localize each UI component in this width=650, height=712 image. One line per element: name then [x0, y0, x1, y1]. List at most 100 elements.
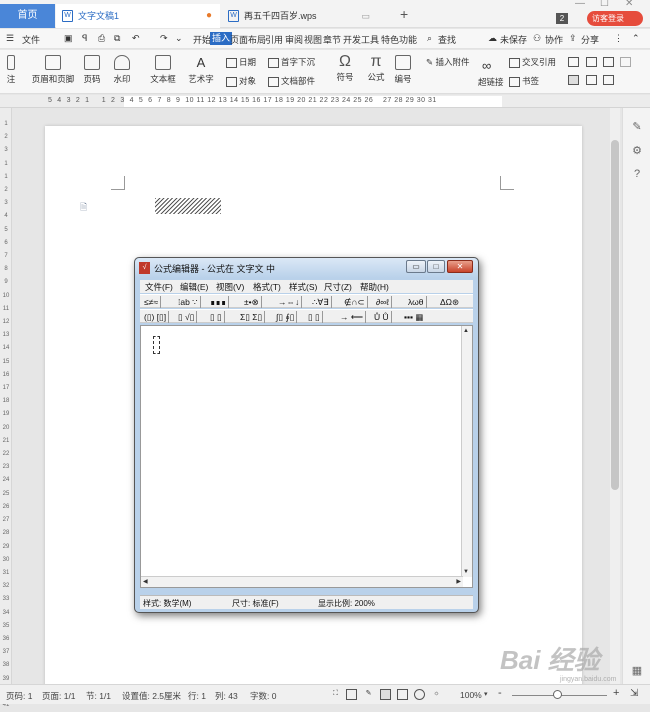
bars-palette[interactable]: ▯ ▯ — [306, 311, 323, 323]
subscript-palette[interactable]: ▯ ▯ — [208, 311, 225, 323]
eq-menu-edit[interactable]: 编辑(E) — [180, 281, 208, 293]
hamburger-icon[interactable]: ☰ — [6, 33, 14, 44]
eye-protect-icon[interactable]: ☼ — [431, 689, 442, 700]
search-icon[interactable]: ⌕ — [427, 33, 432, 44]
help-icon[interactable]: ? — [630, 168, 644, 182]
menu-tab-insert[interactable]: 插入 — [210, 32, 233, 45]
paragraph-handle-icon[interactable]: 🗎 — [80, 200, 87, 216]
status-setting[interactable]: 设置值: 2.5厘米 — [122, 690, 181, 702]
page-view-icon[interactable] — [380, 689, 391, 700]
bookmark-button[interactable]: 书签 — [509, 75, 539, 87]
textbox-button[interactable]: 文本框 — [146, 55, 180, 85]
close-icon[interactable]: ✕ — [625, 0, 633, 9]
products-palette[interactable]: Ů Ů — [372, 311, 392, 323]
page-number-button[interactable]: 页码 — [79, 55, 105, 85]
eq-menu-style[interactable]: 样式(S) — [289, 281, 317, 293]
fences-palette[interactable]: (▯) [▯] — [142, 311, 170, 323]
hyperlink-button[interactable]: 超链接 — [478, 76, 504, 88]
vertical-scrollbar-thumb[interactable] — [611, 140, 619, 490]
view-icon-7[interactable] — [603, 75, 614, 85]
zoom-slider-knob[interactable] — [553, 690, 562, 699]
object-button[interactable]: 对象 — [226, 75, 256, 87]
menu-file[interactable]: 文件 — [22, 33, 40, 46]
equation-edit-area[interactable]: ▲ ▼ ◀ ▶ — [140, 325, 473, 588]
maximize-icon[interactable]: ☐ — [600, 0, 609, 9]
outline-view-icon[interactable] — [397, 689, 408, 700]
search-label[interactable]: 查找 — [438, 33, 456, 46]
window-count-badge[interactable]: 2 — [556, 13, 568, 24]
scroll-left-icon[interactable]: ◀ — [143, 578, 148, 585]
web-view-icon[interactable] — [414, 689, 425, 700]
horizontal-ruler[interactable]: 5 4 3 2 1 1 2 3 4 5 6 7 8 9 10 11 12 13 … — [0, 95, 650, 108]
menu-tab-developer[interactable]: 开发工具 — [343, 33, 379, 46]
equation-slot-cursor[interactable] — [153, 336, 160, 354]
print-icon[interactable]: ⎙ — [98, 33, 105, 44]
wordart-button[interactable]: A 艺术字 — [184, 55, 218, 85]
selected-object-placeholder[interactable] — [155, 198, 221, 214]
fit-page-icon[interactable]: ⇲ — [630, 688, 638, 699]
numbering-button[interactable]: 编号 — [393, 55, 413, 85]
vertical-ruler[interactable]: 1 2 3 1 1 2 3 4 5 6 7 8 9 10 11 12 13 14 15 16 17 18 19 20 21 22 2… — [0, 108, 12, 708]
collaborate-icon[interactable]: ⚇ — [533, 33, 541, 44]
view-icon-6[interactable] — [586, 75, 597, 85]
maximize-icon[interactable]: □ — [427, 260, 445, 273]
save-icon[interactable]: ▣ — [64, 33, 73, 44]
tab-document-1[interactable]: W 文字文稿1 ● — [56, 4, 220, 28]
scroll-up-icon[interactable]: ▲ — [463, 328, 469, 334]
share-button[interactable]: 分享 — [581, 33, 599, 46]
greek-lower-palette[interactable]: λωθ — [406, 296, 427, 308]
new-tab-button[interactable]: + — [400, 6, 408, 22]
spaces-palette[interactable]: ⁞ab ∵ — [176, 296, 201, 308]
fullscreen-icon[interactable]: ⛶ — [330, 689, 341, 700]
relations-palette[interactable]: ≤≠≈ — [142, 296, 161, 308]
share-icon[interactable]: ⇪ — [569, 33, 577, 44]
attachment-button[interactable]: ✎ 插入附件 — [426, 56, 470, 68]
eq-menu-size[interactable]: 尺寸(Z) — [324, 281, 352, 293]
zoom-out-button[interactable]: - — [498, 687, 502, 699]
formula-button[interactable]: π 公式 — [363, 53, 389, 83]
export-pdf-icon[interactable]: ꟼ — [82, 33, 87, 44]
scroll-down-icon[interactable]: ▼ — [463, 569, 469, 575]
watermark-button[interactable]: 水印 — [108, 55, 136, 85]
close-icon[interactable]: ✕ — [447, 260, 473, 273]
date-button[interactable]: 日期 — [226, 56, 256, 68]
status-page-number[interactable]: 页码: 1 — [6, 690, 32, 702]
crossref-button[interactable]: 交叉引用 — [509, 56, 556, 68]
link-icon[interactable]: ∞ — [482, 58, 491, 73]
reading-mode-icon[interactable] — [346, 689, 357, 700]
zoom-level[interactable]: 100% — [460, 690, 482, 700]
status-pages[interactable]: 页面: 1/1 — [42, 690, 76, 702]
menu-tab-special[interactable]: 特色功能 — [381, 33, 417, 46]
visitor-login-button[interactable]: 访客登录 — [587, 11, 643, 26]
undo-icon[interactable]: ↶ — [132, 33, 140, 44]
status-column[interactable]: 列: 43 — [215, 690, 238, 702]
eq-menu-view[interactable]: 视图(V) — [216, 281, 244, 293]
dropcap-button[interactable]: 首字下沉 — [268, 56, 315, 68]
cloud-icon[interactable]: ☁ — [488, 33, 497, 44]
symbol-button[interactable]: Ω 符号 — [333, 53, 357, 83]
summation-palette[interactable]: Σ▯ Σ▯ — [238, 311, 266, 323]
logic-palette[interactable]: ∴∀∃ — [310, 296, 332, 308]
quick-access-dropdown-icon[interactable]: ⌄ — [175, 33, 183, 44]
header-footer-button[interactable]: 页眉和页脚 — [30, 55, 76, 85]
scroll-right-icon[interactable]: ▶ — [456, 578, 461, 585]
menu-tab-page-layout[interactable]: 页面布局 — [230, 33, 266, 46]
set-theory-palette[interactable]: ∉∩⊂ — [342, 296, 368, 308]
redo-icon[interactable]: ↷ — [160, 33, 168, 44]
embellishments-palette[interactable]: ∎∎∎ — [208, 296, 230, 308]
eq-menu-file[interactable]: 文件(F) — [145, 281, 173, 293]
menu-tab-references[interactable]: 引用 — [265, 33, 283, 46]
unsaved-status[interactable]: 未保存 — [500, 33, 527, 46]
collapse-ribbon-icon[interactable]: ⌃ — [632, 33, 640, 44]
eq-menu-help[interactable]: 帮助(H) — [360, 281, 389, 293]
zoom-in-button[interactable]: + — [613, 687, 619, 699]
tab-home[interactable]: 首页 — [0, 4, 55, 28]
status-row[interactable]: 行: 1 — [188, 690, 206, 702]
status-section[interactable]: 节: 1/1 — [86, 690, 111, 702]
integrals-palette[interactable]: ∫▯ ∮▯ — [274, 311, 298, 323]
operators-palette[interactable]: ±•⊗ — [242, 296, 262, 308]
minimize-icon[interactable]: — — [575, 0, 585, 9]
minimize-icon[interactable]: ▭ — [406, 260, 426, 273]
collaborate-button[interactable]: 协作 — [545, 33, 563, 46]
edit-mode-icon[interactable]: ✎ — [363, 689, 374, 700]
